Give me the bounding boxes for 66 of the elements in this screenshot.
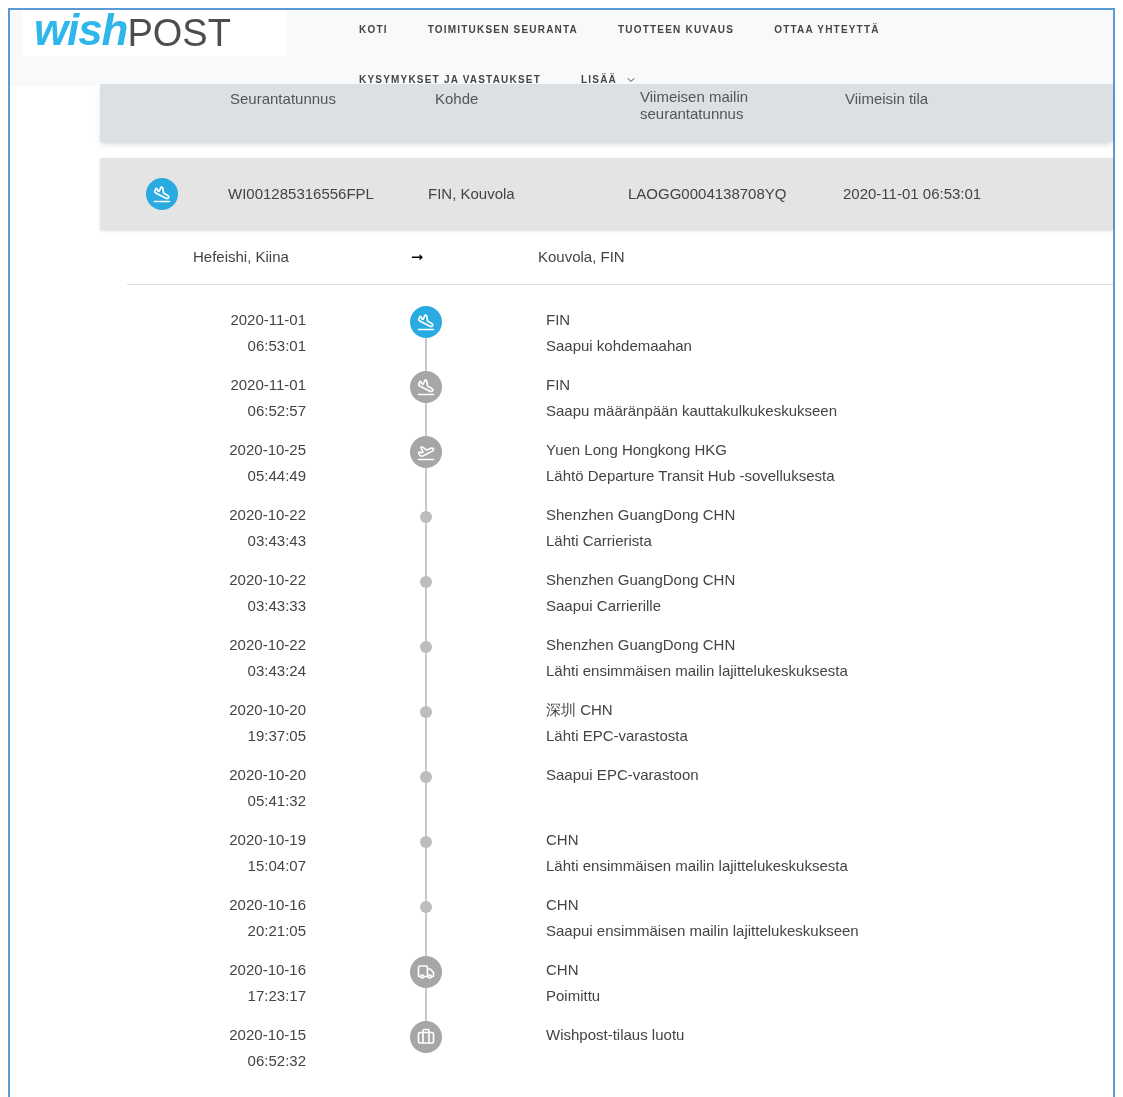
event-location: Shenzhen GuangDong CHN: [546, 505, 736, 525]
table-cell-text: 2020-11-01 06:53:01: [843, 183, 982, 204]
event-time: 05:41:32: [247, 791, 306, 811]
event-time: 03:43:43: [247, 531, 306, 551]
column-header: Viimeisen mailin seurantatunnus: [640, 87, 750, 124]
event-date: 2020-10-22: [229, 570, 306, 590]
arrow-text: ➞: [411, 246, 425, 267]
nav-link[interactable]: TUOTTEEN KUVAUS: [618, 22, 735, 37]
event-date: 2020-10-16: [229, 895, 306, 915]
event-status: Saapui EPC-varastoon: [546, 765, 699, 785]
event-status: Lähti EPC-varastosta: [546, 726, 688, 746]
event-date: 2020-11-01: [230, 310, 306, 330]
event-time: 05:44:49: [247, 466, 306, 486]
event-status: Lähti Carrierista: [546, 531, 653, 551]
event-location: CHN: [546, 830, 580, 850]
event-status: Lähti ensimmäisen mailin lajittelukeskuksesta: [546, 856, 848, 876]
nav-link[interactable]: OTTAA YHTEYTTÄ: [774, 22, 880, 37]
event-time: 17:23:17: [247, 986, 306, 1006]
event-location: Yuen Long Hongkong HKG: [546, 440, 728, 460]
event-location: CHN: [546, 960, 580, 980]
event-status: Saapui Carrierille: [546, 596, 663, 616]
event-location: FIN: [546, 375, 572, 395]
event-time: 03:43:33: [247, 596, 306, 616]
nav-link[interactable]: TOIMITUKSEN SEURANTA: [427, 22, 578, 37]
event-location: Shenzhen GuangDong CHN: [546, 635, 737, 655]
event-time: 19:37:05: [247, 726, 306, 746]
event-location: 深圳 CHN: [546, 700, 614, 720]
event-date: 2020-10-22: [229, 635, 306, 655]
summary-row[interactable]: WI001285316556FPL FIN, Kouvola LAOGG0004138708YQ 2020-11-01 06:53:01: [100, 158, 1113, 230]
wishpost-logo[interactable]: wishPOST: [22, 10, 287, 56]
nav-link[interactable]: KYSYMYKSET JA VASTAUKSET: [359, 72, 541, 87]
table-cell-text: FIN, Kouvola: [428, 183, 516, 204]
event-date: 2020-10-15: [229, 1025, 306, 1045]
column-header: Seurantatunnus: [230, 89, 337, 109]
nav-link[interactable]: KOTI: [359, 22, 388, 37]
column-header: Kohde: [435, 89, 480, 109]
event-location: Shenzhen GuangDong CHN: [546, 570, 736, 590]
event-date: 2020-10-20: [229, 765, 306, 785]
event-time: 15:04:07: [247, 856, 306, 876]
event-date: 2020-11-01: [230, 375, 306, 395]
event-status: Saapu määränpään kauttakulkukeskukseen: [546, 401, 838, 421]
origin-text: Hefeishi, Kiina: [193, 246, 290, 267]
destination-text: Kouvola, FIN: [538, 246, 625, 267]
event-date: 2020-10-16: [229, 960, 306, 980]
event-time: 06:52:57: [247, 401, 306, 421]
event-date: 2020-10-22: [229, 505, 306, 525]
event-date: 2020-10-20: [229, 700, 306, 720]
event-time: 20:21:05: [247, 921, 306, 941]
table-cell-text: WI001285316556FPL: [228, 183, 375, 204]
table-cell-text: LAOGG0004138708YQ: [628, 183, 788, 204]
event-status: Saapui kohdemaahan: [546, 336, 692, 356]
event-status: Lähti ensimmäisen mailin lajittelukeskuksesta: [546, 661, 848, 681]
event-status: Poimittu: [546, 986, 601, 1006]
event-status: Saapui ensimmäisen mailin lajittelukeskukseen: [546, 921, 859, 941]
event-status: Wishpost-tilaus luotu: [546, 1025, 685, 1045]
event-time: 03:43:24: [247, 661, 306, 681]
event-date: 2020-10-25: [229, 440, 306, 460]
plane-landing-icon: [146, 178, 178, 210]
nav-link[interactable]: LISÄÄ: [581, 72, 637, 87]
event-location: FIN: [546, 310, 572, 330]
event-location: CHN: [546, 895, 580, 915]
event-time: 06:52:32: [247, 1051, 306, 1071]
column-header: Viimeisin tila: [845, 89, 929, 109]
event-status: Lähtö Departure Transit Hub -sovelluksesta: [546, 466, 835, 486]
event-date: 2020-10-19: [229, 830, 306, 850]
event-time: 06:53:01: [247, 336, 306, 356]
